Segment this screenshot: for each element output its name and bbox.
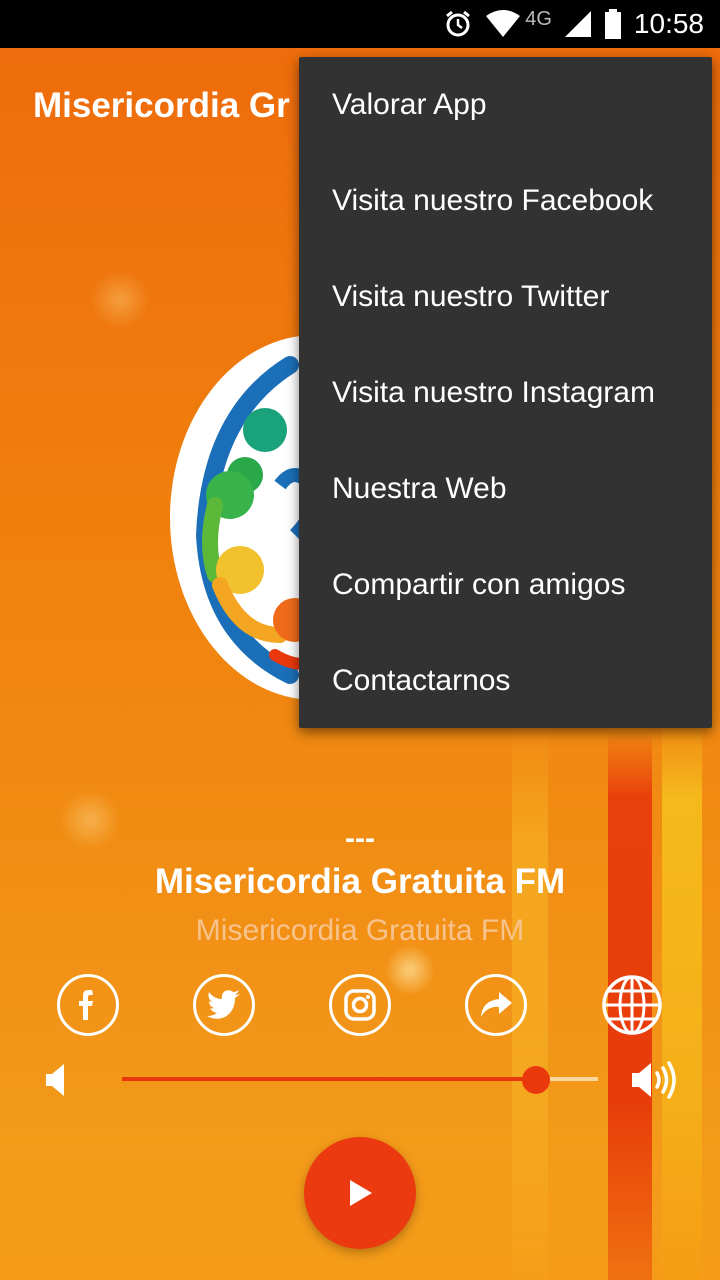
menu-item-website[interactable]: Nuestra Web — [299, 441, 712, 537]
website-button[interactable] — [601, 974, 663, 1036]
volume-high-icon[interactable] — [630, 1060, 678, 1100]
station-name: Misericordia Gratuita FM — [154, 862, 566, 901]
share-icon — [481, 992, 512, 1017]
menu-item-share[interactable]: Compartir con amigos — [299, 537, 712, 633]
now-playing-track: --- — [345, 822, 375, 855]
station-subtitle: Misericordia Gratuita FM — [195, 914, 525, 947]
volume-low-icon[interactable] — [44, 1062, 68, 1098]
overflow-menu: Valorar App Visita nuestro Facebook Visi… — [299, 57, 712, 728]
signal-icon — [564, 11, 591, 37]
status-bar: 4G 10:58 — [0, 0, 720, 48]
menu-item-contact[interactable]: Contactarnos — [299, 633, 712, 729]
play-button[interactable] — [304, 1137, 416, 1249]
globe-icon — [602, 975, 662, 1035]
twitter-icon — [207, 990, 240, 1019]
battery-icon — [604, 9, 621, 39]
menu-item-facebook[interactable]: Visita nuestro Facebook — [299, 153, 712, 249]
wifi-icon — [486, 10, 521, 37]
menu-item-twitter[interactable]: Visita nuestro Twitter — [299, 249, 712, 345]
facebook-icon — [79, 990, 93, 1020]
alarm-icon — [446, 10, 471, 37]
menu-item-instagram[interactable]: Visita nuestro Instagram — [299, 345, 712, 441]
app-title: Misericordia Gr — [33, 86, 290, 125]
play-icon — [350, 1180, 372, 1206]
volume-fill — [122, 1077, 537, 1081]
twitter-button[interactable] — [193, 974, 255, 1036]
facebook-button[interactable] — [57, 974, 119, 1036]
share-button[interactable] — [465, 974, 527, 1036]
clock: 10:58 — [633, 8, 704, 39]
volume-thumb[interactable] — [522, 1066, 551, 1094]
network-type: 4G — [525, 7, 552, 30]
instagram-icon — [344, 989, 376, 1021]
menu-item-rate-app[interactable]: Valorar App — [299, 57, 712, 153]
instagram-button[interactable] — [329, 974, 391, 1036]
